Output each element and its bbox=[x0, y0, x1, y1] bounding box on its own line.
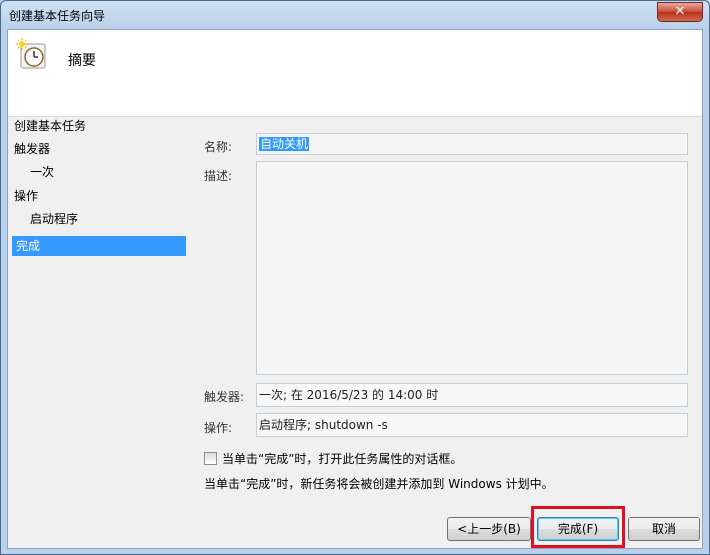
finish-info-text: 当单击“完成”时，新任务将会被创建并添加到 Windows 计划中。 bbox=[204, 477, 554, 491]
dialog-client: 摘要 创建基本任务 触发器 一次 操作 启动程序 完成 名称: 自动关机 描述:… bbox=[7, 29, 703, 549]
task-clock-icon bbox=[16, 38, 46, 69]
nav-item-trigger[interactable]: 触发器 bbox=[14, 139, 184, 159]
trigger-field: 一次; 在 2016/5/23 的 14:00 时 bbox=[256, 383, 688, 407]
page-title: 摘要 bbox=[68, 53, 96, 69]
nav-item-action[interactable]: 操作 bbox=[14, 186, 184, 206]
description-field[interactable] bbox=[256, 161, 688, 375]
close-button[interactable]: ✕ bbox=[657, 2, 703, 22]
nav-item-create-basic-task[interactable]: 创建基本任务 bbox=[14, 116, 184, 136]
wizard-window: 创建基本任务向导 ✕ 摘要 创建基本任务 触发器 一次 操作 启动程序 完成 名… bbox=[0, 0, 710, 555]
name-label: 名称: bbox=[204, 140, 233, 154]
nav-item-finish[interactable]: 完成 bbox=[12, 236, 186, 256]
nav-item-start-program[interactable]: 启动程序 bbox=[30, 209, 184, 229]
open-properties-label[interactable]: 当单击“完成”时，打开此任务属性的对话框。 bbox=[222, 450, 462, 467]
action-label: 操作: bbox=[204, 421, 233, 435]
description-label: 描述: bbox=[204, 169, 233, 183]
title-bar[interactable]: 创建基本任务向导 ✕ bbox=[1, 1, 709, 29]
open-properties-checkbox[interactable] bbox=[204, 452, 217, 465]
cancel-button[interactable]: 取消 bbox=[628, 517, 700, 541]
wizard-header: 摘要 bbox=[8, 30, 702, 117]
wizard-nav: 创建基本任务 触发器 一次 操作 启动程序 完成 bbox=[8, 116, 193, 548]
window-title: 创建基本任务向导 bbox=[9, 9, 106, 23]
nav-item-once[interactable]: 一次 bbox=[30, 162, 184, 182]
name-value: 自动关机 bbox=[259, 137, 310, 151]
finish-button-highlight bbox=[531, 506, 625, 548]
trigger-label: 触发器: bbox=[204, 390, 245, 404]
action-field: 启动程序; shutdown -s bbox=[256, 413, 688, 437]
name-field[interactable]: 自动关机 bbox=[256, 133, 688, 155]
back-button[interactable]: <上一步(B) bbox=[447, 517, 531, 541]
